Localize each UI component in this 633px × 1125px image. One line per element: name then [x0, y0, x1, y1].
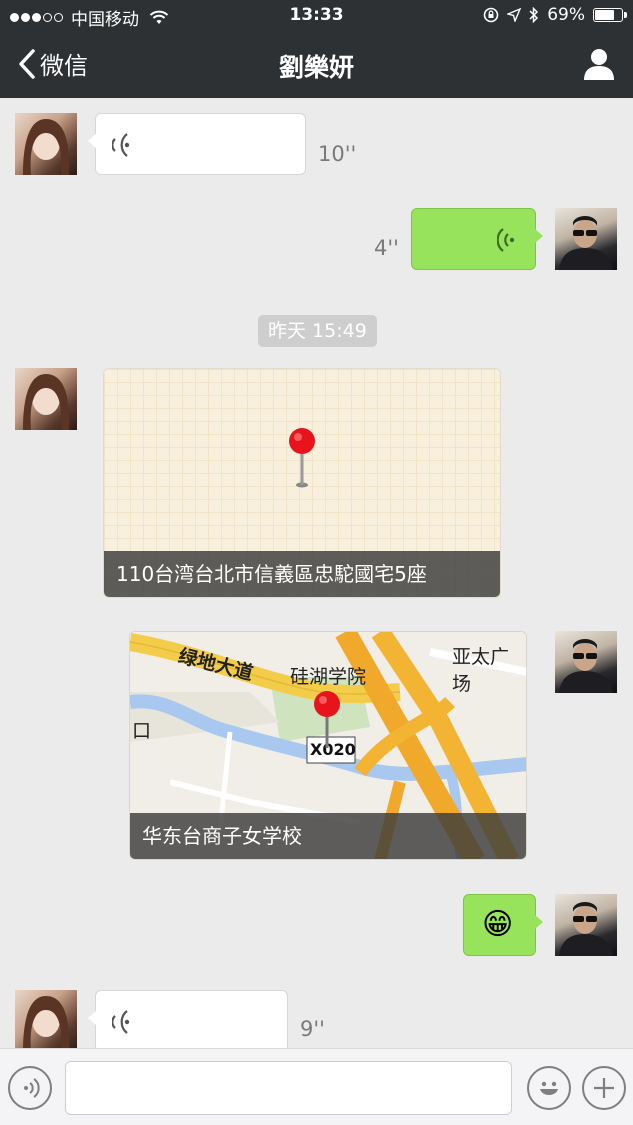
location-message-card[interactable]: 110台湾台北市信義區忠駝國宅5座 — [103, 368, 501, 598]
map-pin-icon — [314, 691, 340, 748]
emoji-button[interactable] — [527, 1066, 571, 1110]
chat-title: 劉樂妍 — [278, 53, 354, 82]
input-bar — [0, 1048, 633, 1125]
status-right: 69% — [483, 5, 627, 25]
voice-message-bubble[interactable] — [88, 990, 288, 1048]
contact-avatar[interactable] — [15, 990, 77, 1048]
plus-icon — [594, 1078, 614, 1098]
voice-mode-icon — [24, 1078, 40, 1098]
contact-avatar[interactable] — [15, 368, 77, 430]
battery-percent: 69% — [547, 5, 585, 25]
location-message-card[interactable]: 绿地大道 硅湖学院 亚太广场 口 X020 华东台商子女学校 — [129, 631, 527, 860]
location-address: 110台湾台北市信義區忠駝國宅5座 — [104, 551, 500, 597]
emoji-message-bubble[interactable]: 😁 — [463, 894, 543, 956]
voice-wave-icon — [112, 133, 130, 157]
my-avatar[interactable] — [555, 208, 617, 270]
map-pin-icon — [289, 428, 315, 488]
contact-avatar[interactable] — [15, 113, 77, 175]
voice-message-bubble[interactable] — [411, 208, 543, 270]
more-actions-button[interactable] — [582, 1066, 626, 1110]
emoji-icon — [540, 1081, 558, 1095]
voice-mode-button[interactable] — [8, 1066, 52, 1110]
chat-area[interactable]: 10'' 4'' 昨天 15:49 110台湾台北市信義區忠駝國宅5座 绿地大道… — [0, 98, 633, 1048]
voice-duration: 4'' — [374, 236, 399, 260]
battery-icon — [593, 8, 627, 22]
status-bar: 中国移动 13:33 69% — [0, 0, 633, 32]
contact-info-button[interactable] — [579, 44, 619, 84]
grin-emoji: 😁 — [482, 907, 514, 942]
map-mall-label: 亚太广场 — [452, 646, 510, 695]
map-edge-label: 口 — [132, 720, 152, 742]
voice-duration: 10'' — [318, 142, 357, 166]
my-avatar[interactable] — [555, 894, 617, 956]
voice-duration: 9'' — [300, 1017, 325, 1041]
voice-wave-icon — [497, 228, 515, 252]
voice-wave-icon — [112, 1010, 130, 1034]
my-avatar[interactable] — [555, 631, 617, 693]
message-input[interactable] — [65, 1061, 512, 1115]
map-poi-label: 硅湖学院 — [290, 666, 367, 688]
battery-fill — [595, 10, 615, 20]
nav-bar: 微信 劉樂妍 — [0, 32, 633, 98]
location-address: 华东台商子女学校 — [130, 813, 526, 859]
timestamp-label: 昨天 15:49 — [258, 315, 377, 347]
bluetooth-icon — [529, 7, 539, 23]
person-icon — [584, 49, 614, 80]
location-arrow-icon — [507, 8, 522, 22]
header: 中国移动 13:33 69% 微信 劉樂妍 — [0, 0, 633, 98]
rotation-lock-icon — [483, 7, 499, 23]
voice-message-bubble[interactable] — [88, 113, 306, 175]
